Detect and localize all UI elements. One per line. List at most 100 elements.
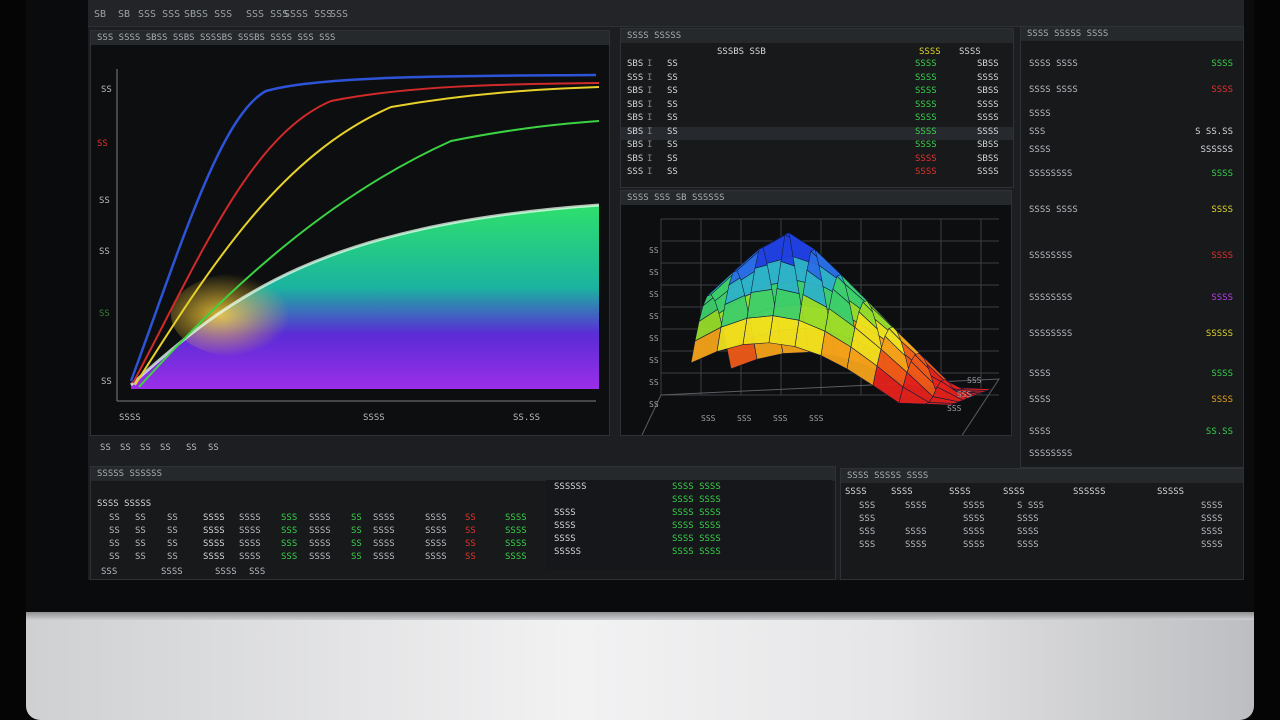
summary-label: SSSS SSSS — [1029, 85, 1078, 95]
table-row[interactable]: SSS SSSS SSSS S SSS SSSS — [841, 501, 1243, 513]
status-value: SSSS SSSS — [672, 521, 721, 531]
summary-value: SSSSS — [1205, 329, 1233, 339]
summary-item[interactable]: SSSSSSSS SSSS — [1021, 291, 1243, 307]
table-cell: SSSS — [1017, 540, 1039, 550]
row-sep: I — [647, 126, 653, 137]
table-cell: SSSS — [239, 513, 261, 523]
row-id: SBS — [627, 140, 644, 150]
table-cell: SS — [351, 513, 362, 523]
summary-item[interactable]: SSSS — [1021, 107, 1243, 123]
summary-value: SSSS — [1211, 395, 1233, 405]
table-cell: SSSS — [425, 552, 447, 562]
summary-label: SSS — [1029, 127, 1046, 137]
status-row[interactable]: SSSS SSSS SSSS — [546, 521, 832, 533]
z-tick-label: SSS — [957, 390, 972, 399]
monitor-stand — [26, 612, 1254, 720]
y-tick-label: SS — [101, 377, 112, 387]
menu-item[interactable]: SSS SSS — [138, 9, 180, 20]
status-row[interactable]: SSSS SSSS SSSS — [546, 534, 832, 546]
summary-value: SSSSSS — [1200, 145, 1233, 155]
row-id: SBS — [627, 59, 644, 69]
summary-item[interactable]: SSSS SSSS SSSS — [1021, 57, 1243, 73]
status-label: SSSSS — [554, 547, 582, 557]
row-code: SS — [667, 140, 678, 150]
table-row[interactable]: SBS I SS SSSS SSSS — [621, 113, 1013, 126]
menu-item[interactable]: SB — [118, 9, 130, 20]
row-sep: I — [647, 113, 653, 123]
summary-label: SSSSSSSS — [1029, 449, 1073, 459]
table-row[interactable]: SSS SSSS SSSS SSSS SSSS — [841, 540, 1243, 552]
menu-item[interactable]: SBSS SSS — [184, 9, 232, 20]
row-value: SSSS — [915, 113, 937, 123]
menu-bar: SB SB SSS SSS SBSS SSS SSS SSS SSSS SSS … — [88, 0, 1244, 27]
summary-item[interactable]: SSSS SSSS SSSS — [1021, 203, 1243, 219]
footer-label: SSS — [249, 567, 266, 577]
table-cell: SS — [167, 539, 178, 549]
status-row[interactable]: SSSSS SSSS SSSS — [546, 547, 832, 559]
table-row[interactable]: SSS I SS SSSS SSSS — [621, 167, 1013, 180]
summary-item[interactable]: SSSSSSSS SSSSS — [1021, 327, 1243, 343]
summary-item[interactable]: SSSS SSSSSS — [1021, 143, 1243, 159]
table-row[interactable]: SBS I SS SSSS SBSS — [621, 86, 1013, 99]
table-cell: SSSS — [1201, 514, 1223, 524]
table-cell: SS — [135, 539, 146, 549]
y-tick-label: SS — [649, 378, 659, 387]
x-tick-label: SSSS — [363, 413, 385, 423]
surface-chart[interactable]: SSSSSSSSSSSSSSSSSSS SSS SSS SSSSSSSSSSSS — [621, 205, 1011, 435]
footer-label: SSSS — [215, 567, 237, 577]
table-cell: SSSS — [1017, 514, 1039, 524]
table-row[interactable]: SBS I SS SSSS SBSS — [621, 59, 1013, 72]
status-row[interactable]: SSSS SSSS SSSS — [546, 508, 832, 520]
summary-item[interactable]: SSSSSSSS — [1021, 367, 1243, 383]
summary-item[interactable]: SSSS SSSS SSSS — [1021, 83, 1243, 99]
surface-patch — [742, 315, 774, 345]
table-row[interactable]: SBS I SS SSSS SBSS — [621, 140, 1013, 153]
status-label: SSSS — [554, 508, 576, 518]
row-value: SSSS — [915, 86, 937, 96]
menu-item[interactable]: SSS — [330, 9, 348, 20]
table-header: SSSS — [959, 47, 981, 57]
menu-item[interactable]: SSS SSS — [246, 9, 288, 20]
footer-label: SS — [186, 443, 197, 453]
row-code: SS — [667, 59, 678, 69]
table-cell: SS — [109, 539, 120, 549]
table-row[interactable]: SSS SSSS SSSS SSSS SSSS — [841, 527, 1243, 539]
row-code: SS — [667, 167, 678, 177]
curves-chart[interactable] — [91, 45, 609, 435]
table-cell: SSSS — [373, 513, 395, 523]
summary-item[interactable]: SSSS SS.SS — [1021, 425, 1243, 441]
summary-item[interactable]: SSSSSSSS SSSS — [1021, 249, 1243, 265]
summary-item[interactable]: SSSSSSSS — [1021, 393, 1243, 409]
row-value: SSSS — [915, 167, 937, 177]
summary-item[interactable]: SSSSSSSS — [1021, 447, 1243, 463]
table-cell: SSSS — [505, 539, 527, 549]
summary-item[interactable]: SSSSSSSS SSSS — [1021, 167, 1243, 183]
table-cell: SSS — [281, 552, 298, 562]
summary-value: SSSS — [1211, 293, 1233, 303]
table-cell: SSS — [859, 514, 876, 524]
status-row[interactable]: SSSS SSSS — [546, 495, 832, 507]
screen: SB SB SSS SSS SBSS SSS SSS SSS SSSS SSS … — [88, 0, 1244, 580]
summary-item[interactable]: SSS S SS.SS — [1021, 125, 1243, 141]
curves-chart-panel: SSS SSSS SBSS SSBS SSSSBS SSSBS SSSS SSS… — [90, 30, 610, 436]
menu-item[interactable]: SSSS SSS — [284, 9, 332, 20]
table-cell: SSS — [281, 539, 298, 549]
table-row[interactable]: SSS SSSS SSSS SSSS — [841, 514, 1243, 526]
menu-item[interactable]: SB — [94, 9, 106, 20]
row-sep: I — [647, 167, 653, 177]
panel-title: SSSS SSSSS SSSS — [841, 469, 1243, 483]
z-tick-label: SSS — [947, 404, 962, 413]
table-row[interactable]: SBS I SS SSSS SSSS — [621, 126, 1013, 140]
row-value: SBSS — [977, 153, 999, 164]
table-row[interactable]: SBS I SS SSSS SSSS — [621, 100, 1013, 113]
panel-title: SSSSS SSSSSS — [91, 467, 835, 481]
status-value: SSSS SSSS — [672, 482, 721, 492]
z-tick-label: SSS — [967, 376, 982, 385]
status-row[interactable]: SSSSSS SSSS SSSS — [546, 482, 832, 494]
column-header: SSSS — [949, 487, 971, 497]
table-row[interactable]: SSS I SS SSSS SSSS — [621, 73, 1013, 86]
footer-label: SS — [160, 443, 171, 453]
summary-label: SSSS — [1029, 369, 1051, 379]
table-row[interactable]: SBS I SS SSSS SBSS — [621, 154, 1013, 167]
row-code: SS — [667, 99, 678, 110]
